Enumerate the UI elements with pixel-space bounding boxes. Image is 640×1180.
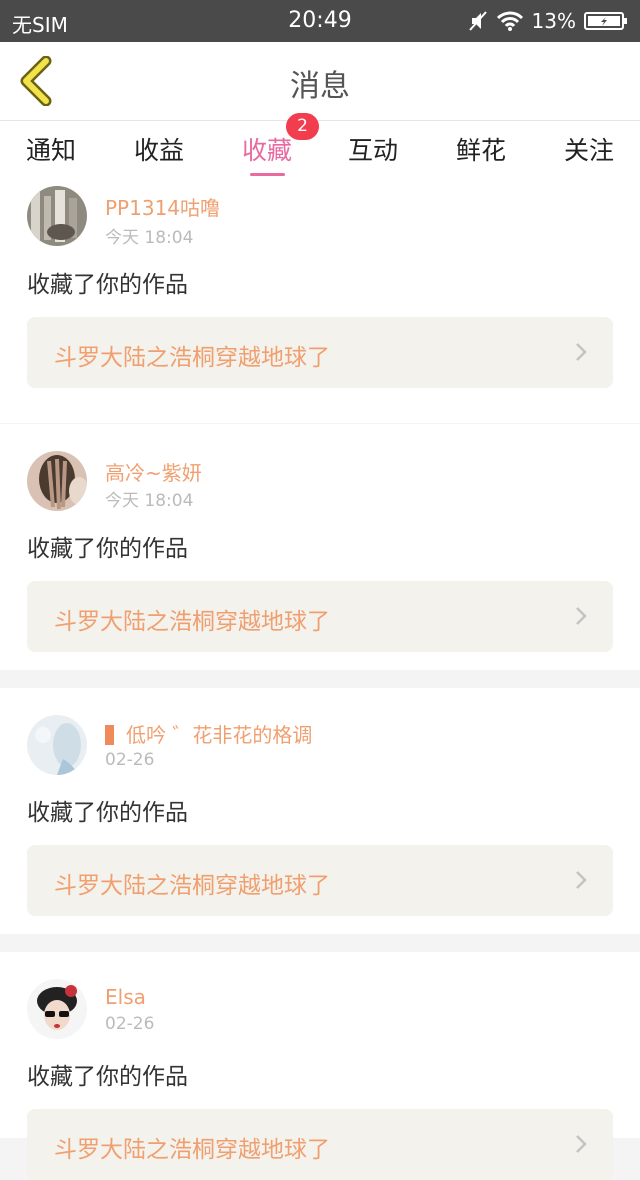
timestamp: 02-26 [105, 1014, 155, 1034]
timestamp: 今天 18:04 [105, 228, 194, 248]
timestamp: 02-26 [105, 750, 155, 770]
work-link[interactable]: 斗罗大陆之浩桐穿越地球了 [27, 1109, 613, 1180]
message-card: PP1314咕噜 今天 18:04 收藏了你的作品 斗罗大陆之浩桐穿越地球了 [0, 177, 640, 423]
user-name-text: 低吟 ゛花非花的格调 [126, 723, 313, 747]
tab-flowers[interactable]: 鲜花 [436, 131, 526, 167]
work-link[interactable]: 斗罗大陆之浩桐穿越地球了 [27, 845, 613, 916]
tab-interactions[interactable]: 互动 [328, 131, 418, 167]
mute-icon [468, 10, 488, 32]
message-card: 低吟 ゛花非花的格调 02-26 收藏了你的作品 斗罗大陆之浩桐穿越地球了 [0, 688, 640, 934]
tab-earnings[interactable]: 收益 [114, 131, 204, 167]
chevron-right-icon [575, 342, 587, 366]
user-name[interactable]: 高冷~紫妍 [105, 457, 202, 486]
chevron-right-icon [575, 606, 587, 630]
tab-bar: 通知 收益 收藏 互动 鲜花 关注 [0, 121, 640, 177]
user-name[interactable]: Elsa [105, 985, 146, 1009]
tab-notifications[interactable]: 通知 [6, 131, 96, 167]
message-card: Elsa 02-26 收藏了你的作品 斗罗大陆之浩桐穿越地球了 [0, 952, 640, 1180]
work-link[interactable]: 斗罗大陆之浩桐穿越地球了 [27, 317, 613, 388]
user-name[interactable]: PP1314咕噜 [105, 192, 220, 221]
work-title: 斗罗大陆之浩桐穿越地球了 [54, 609, 330, 635]
active-tab-indicator [250, 173, 285, 176]
action-text: 收藏了你的作品 [27, 536, 188, 562]
chevron-right-icon [575, 870, 587, 894]
message-card: 高冷~紫妍 今天 18:04 收藏了你的作品 斗罗大陆之浩桐穿越地球了 [0, 424, 640, 670]
action-text: 收藏了你的作品 [27, 1064, 188, 1090]
battery-icon [584, 10, 628, 32]
work-title: 斗罗大陆之浩桐穿越地球了 [54, 873, 330, 899]
avatar[interactable] [27, 186, 87, 246]
status-bar: 无SIM 20:49 13% [0, 0, 640, 42]
tab-badge: 2 [286, 113, 319, 140]
avatar[interactable] [27, 979, 87, 1039]
work-title: 斗罗大陆之浩桐穿越地球了 [54, 345, 330, 371]
avatar[interactable] [27, 451, 87, 511]
work-title: 斗罗大陆之浩桐穿越地球了 [54, 1137, 330, 1163]
status-icons: 13% [468, 6, 628, 36]
work-link[interactable]: 斗罗大陆之浩桐穿越地球了 [27, 581, 613, 652]
user-name[interactable]: 低吟 ゛花非花的格调 [105, 719, 312, 748]
action-text: 收藏了你的作品 [27, 272, 188, 298]
avatar[interactable] [27, 715, 87, 775]
nav-bar: 消息 [0, 42, 640, 121]
tab-follows[interactable]: 关注 [544, 131, 634, 167]
action-text: 收藏了你的作品 [27, 800, 188, 826]
page-title: 消息 [290, 69, 350, 104]
timestamp: 今天 18:04 [105, 491, 194, 511]
user-tag-mark [105, 725, 114, 745]
wifi-icon [496, 10, 524, 32]
battery-percent: 13% [531, 9, 576, 33]
